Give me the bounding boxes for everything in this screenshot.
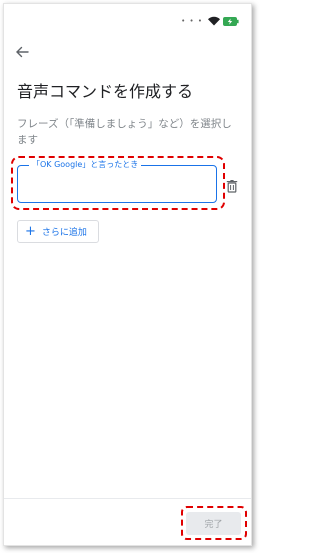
page-title: 音声コマンドを作成する [17,82,194,101]
add-more-button[interactable]: + さらに追加 [17,220,99,243]
done-button[interactable]: 完了 [186,512,241,535]
trigger-phrase-input[interactable]: 「OK Google」と言ったとき [17,159,217,203]
add-more-label: さらに追加 [41,228,87,238]
description-text: フレーズ（「準備しましょう」など）を選択します [17,118,232,146]
back-arrow-icon[interactable] [14,44,30,60]
battery-charging-icon [223,16,239,26]
bottom-divider [4,498,251,499]
trigger-phrase-label: 「OK Google」と言ったとき [29,159,142,170]
notification-dots: • • • [181,17,203,25]
phone-screen: • • • 音声コマンドを作成する フレーズ（「準備しましょう」など）を選択しま… [3,3,252,546]
status-bar: • • • [181,16,239,26]
plus-icon: + [25,224,36,239]
wifi-icon [208,16,220,26]
delete-trash-icon[interactable] [225,178,239,193]
